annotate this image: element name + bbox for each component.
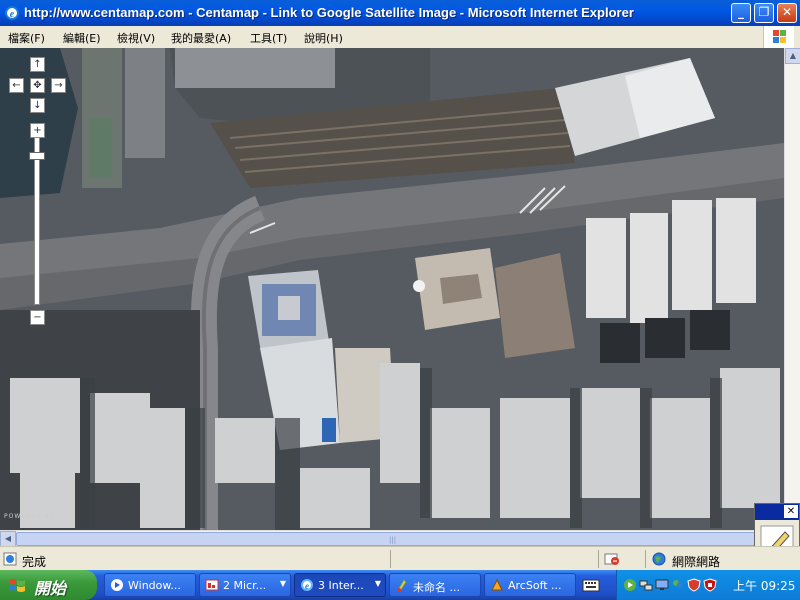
taskbar-item-paint[interactable]: 未命名 ... — [389, 573, 481, 597]
svg-text:e: e — [305, 581, 309, 591]
menu-favorites[interactable]: 我的最愛(A) — [171, 30, 231, 46]
menu-view[interactable]: 檢視(V) — [117, 30, 155, 46]
zoom-slider-thumb[interactable] — [29, 152, 45, 160]
horizontal-scrollbar[interactable]: ◀ ||| ▶ — [0, 530, 784, 547]
messenger-icon[interactable] — [671, 578, 685, 592]
taskbar-item-label: Window... — [128, 579, 181, 592]
menu-bar: 檔案(F) 編輯(E) 檢視(V) 我的最愛(A) 工具(T) 說明(H) — [0, 26, 800, 49]
taskbar-item-arcsoft[interactable]: ArcSoft ... — [484, 573, 576, 597]
pan-center-button[interactable]: ✥ — [30, 78, 45, 93]
title-bar[interactable]: e http://www.centamap.com - Centamap - L… — [0, 0, 800, 26]
status-separator — [598, 550, 599, 568]
zoom-out-button[interactable]: − — [30, 310, 45, 325]
chevron-down-icon: ▼ — [279, 579, 286, 588]
windows-flag-icon — [763, 26, 794, 48]
menu-edit[interactable]: 編輯(E) — [63, 30, 101, 46]
internet-globe-icon — [652, 552, 666, 566]
taskbar-item-label: ArcSoft ... — [508, 579, 562, 592]
taskbar-item-windows-media[interactable]: Window... — [104, 573, 196, 597]
network-icon[interactable] — [639, 578, 653, 592]
keyboard-icon[interactable] — [582, 579, 600, 592]
taskbar-item-label: 3 Inter... — [318, 579, 364, 592]
vertical-scrollbar[interactable]: ▲ ▼ — [784, 48, 800, 530]
status-separator — [645, 550, 646, 568]
start-button[interactable]: 開始 — [0, 570, 97, 600]
taskbar: 開始 Window... 2 Micr... ▼ e 3 Inter... ▼ … — [0, 570, 800, 600]
popup-blocked-icon[interactable] — [604, 552, 620, 566]
satellite-map[interactable]: ↑ ← ✥ → ↓ + − POWERED BY — [0, 48, 784, 530]
menu-help[interactable]: 說明(H) — [304, 30, 343, 46]
status-separator — [390, 550, 391, 568]
zoom-slider[interactable] — [34, 137, 40, 305]
overview-close-button[interactable]: ✕ — [784, 505, 798, 518]
pan-right-button[interactable]: → — [51, 78, 66, 93]
zoom-in-button[interactable]: + — [30, 123, 45, 138]
powered-by-label: POWERED BY — [4, 513, 55, 520]
monitor-icon[interactable] — [655, 578, 669, 592]
grip-icon: ||| — [389, 536, 397, 544]
scroll-up-arrow-icon[interactable]: ▲ — [785, 48, 800, 64]
window-title: http://www.centamap.com - Centamap - Lin… — [24, 5, 634, 20]
pan-left-button[interactable]: ← — [9, 78, 24, 93]
security-zone-text: 網際網路 — [672, 555, 721, 569]
shield-icon[interactable] — [687, 578, 701, 592]
clock[interactable]: 上午 09:25 — [733, 577, 795, 594]
system-tray: 上午 09:25 — [616, 570, 800, 600]
horizontal-scroll-thumb[interactable]: ||| — [16, 532, 768, 546]
status-text: 完成 — [22, 555, 47, 569]
paint-icon — [397, 579, 407, 592]
taskbar-item-internet-explorer[interactable]: e 3 Inter... ▼ — [294, 573, 386, 597]
taskbar-item-powerpoint[interactable]: 2 Micr... ▼ — [199, 573, 291, 597]
arcsoft-icon — [491, 578, 503, 591]
menu-file[interactable]: 檔案(F) — [8, 30, 45, 46]
presentation-icon — [205, 579, 219, 591]
page-done-icon — [3, 552, 17, 566]
taskbar-item-label: 未命名 ... — [413, 581, 460, 594]
close-button[interactable]: ✕ — [777, 3, 797, 23]
start-label: 開始 — [34, 581, 67, 598]
maximize-button[interactable]: ❐ — [754, 3, 774, 23]
pan-down-button[interactable]: ↓ — [30, 98, 45, 113]
scroll-left-arrow-icon[interactable]: ◀ — [0, 531, 16, 547]
taskbar-item-label: 2 Micr... — [223, 579, 267, 592]
chevron-down-icon: ▼ — [374, 579, 381, 588]
media-player-icon — [111, 579, 123, 591]
ie-icon: e — [5, 6, 19, 20]
svg-text:e: e — [10, 9, 15, 20]
pan-up-button[interactable]: ↑ — [30, 57, 45, 72]
satellite-image — [0, 48, 784, 530]
security-icon[interactable] — [703, 578, 717, 592]
overview-map-header: ✕ — [755, 504, 799, 520]
menu-tools[interactable]: 工具(T) — [250, 30, 287, 46]
windows-flag-icon — [9, 579, 25, 592]
ie-icon: e — [301, 579, 313, 591]
minimize-button[interactable]: _ — [731, 3, 751, 23]
green-arrow-icon[interactable] — [623, 578, 637, 592]
status-bar: 完成 網際網路 — [0, 546, 800, 571]
